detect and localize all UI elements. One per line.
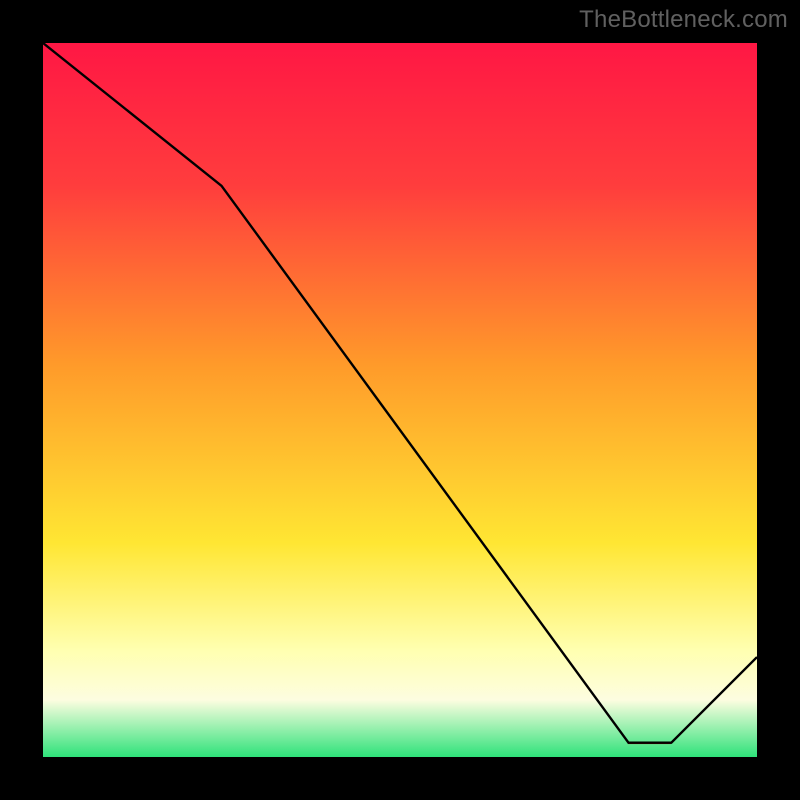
chart-canvas: TheBottleneck.com (0, 0, 800, 800)
watermark-text: TheBottleneck.com (579, 6, 788, 34)
plot-frame (40, 40, 760, 760)
bottleneck-curve (43, 43, 757, 757)
